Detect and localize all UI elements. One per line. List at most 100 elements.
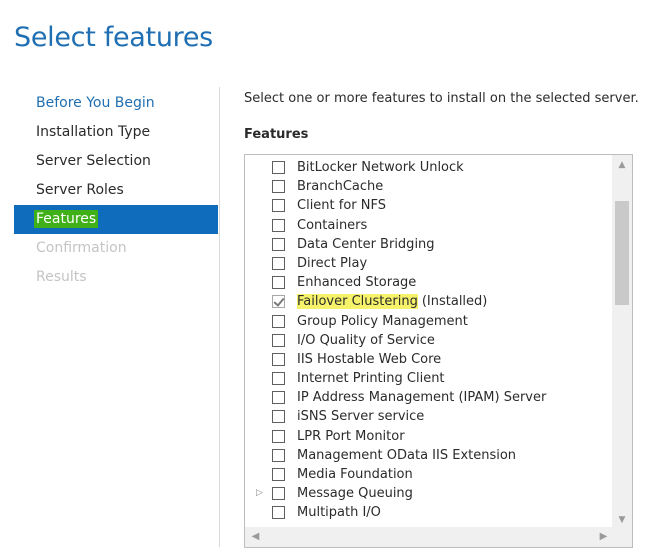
feature-installed-suffix: (Installed) <box>421 294 488 310</box>
feature-row[interactable]: BitLocker Network Unlock <box>245 158 612 177</box>
nav-item-confirmation: Confirmation <box>14 234 218 263</box>
nav-item-label: Installation Type <box>36 124 151 140</box>
feature-checkbox-checked <box>272 295 285 309</box>
feature-row[interactable]: Group Policy Management <box>245 312 612 331</box>
feature-checkbox[interactable] <box>272 276 285 290</box>
feature-name: BranchCache <box>297 179 384 195</box>
vertical-scrollbar[interactable]: ▲ ▼ <box>612 155 632 529</box>
nav-item-server-selection[interactable]: Server Selection <box>14 147 218 176</box>
nav-divider <box>219 87 220 547</box>
feature-label: BranchCache <box>297 177 383 196</box>
feature-name: Message Queuing <box>297 486 413 502</box>
features-list[interactable]: BitLocker Network Unlock BranchCache Clien… <box>244 154 633 548</box>
feature-label: Direct Play <box>297 254 367 273</box>
feature-row[interactable]: Containers <box>245 216 612 235</box>
feature-name: Internet Printing Client <box>297 371 445 387</box>
feature-name: Direct Play <box>297 255 368 271</box>
feature-name: I/O Quality of Service <box>297 332 435 348</box>
feature-label: IP Address Management (IPAM) Server <box>297 388 546 407</box>
feature-row[interactable]: Multipath I/O <box>245 503 612 522</box>
nav-item-results: Results <box>14 263 218 292</box>
scroll-thumb[interactable] <box>615 201 629 305</box>
feature-row[interactable]: Internet Printing Client <box>245 369 612 388</box>
feature-row[interactable]: ▷ Message Queuing <box>245 484 612 503</box>
feature-checkbox[interactable] <box>272 333 285 347</box>
feature-row[interactable]: BranchCache <box>245 177 612 196</box>
feature-label: Internet Printing Client <box>297 369 445 388</box>
feature-label: IIS Hostable Web Core <box>297 350 441 369</box>
feature-checkbox[interactable] <box>272 180 285 194</box>
feature-label: Group Policy Management <box>297 312 468 331</box>
feature-checkbox[interactable] <box>272 448 285 462</box>
expand-icon[interactable]: ▷ <box>256 484 266 503</box>
feature-label: Enhanced Storage <box>297 273 416 292</box>
nav-item-before-you-begin[interactable]: Before You Begin <box>14 89 218 118</box>
scroll-up-icon[interactable]: ▲ <box>612 157 632 174</box>
features-list-items: BitLocker Network Unlock BranchCache Clien… <box>245 158 612 523</box>
feature-row[interactable]: Client for NFS <box>245 196 612 215</box>
nav-item-server-roles[interactable]: Server Roles <box>14 176 218 205</box>
feature-checkbox[interactable] <box>272 429 285 443</box>
scroll-left-icon[interactable]: ◀ <box>247 527 264 547</box>
scrollbar-corner <box>612 527 632 547</box>
feature-label: Containers <box>297 216 367 235</box>
nav-item-label: Features <box>34 210 99 228</box>
feature-checkbox[interactable] <box>272 256 285 270</box>
feature-row[interactable]: Failover Clustering (Installed) <box>245 292 612 311</box>
feature-name: IIS Hostable Web Core <box>297 351 442 367</box>
feature-checkbox[interactable] <box>272 372 285 386</box>
feature-checkbox[interactable] <box>272 352 285 366</box>
feature-row[interactable]: Direct Play <box>245 254 612 273</box>
feature-row[interactable]: IIS Hostable Web Core <box>245 350 612 369</box>
feature-checkbox[interactable] <box>272 237 285 251</box>
feature-checkbox[interactable] <box>272 314 285 328</box>
feature-name: Containers <box>297 217 368 233</box>
feature-checkbox[interactable] <box>272 218 285 232</box>
nav-item-label: Server Roles <box>36 182 124 198</box>
feature-row[interactable]: I/O Quality of Service <box>245 331 612 350</box>
feature-name: Data Center Bridging <box>297 236 435 252</box>
feature-label: iSNS Server service <box>297 407 424 426</box>
feature-name: IP Address Management (IPAM) Server <box>297 390 547 406</box>
feature-label: Data Center Bridging <box>297 235 435 254</box>
horizontal-scrollbar[interactable]: ◀ ▶ <box>245 527 614 547</box>
feature-row[interactable]: iSNS Server service <box>245 407 612 426</box>
feature-row[interactable]: IP Address Management (IPAM) Server <box>245 388 612 407</box>
instruction-text: Select one or more features to install o… <box>244 91 639 106</box>
feature-name: Failover Clustering <box>297 294 418 310</box>
feature-label: Message Queuing <box>297 484 413 503</box>
nav-item-installation-type[interactable]: Installation Type <box>14 118 218 147</box>
feature-name: BitLocker Network Unlock <box>297 160 464 175</box>
feature-name: Group Policy Management <box>297 313 468 329</box>
nav-item-label: Server Selection <box>36 153 151 169</box>
feature-checkbox[interactable] <box>272 161 285 174</box>
feature-name: Media Foundation <box>297 467 413 482</box>
scroll-right-icon[interactable]: ▶ <box>595 527 612 547</box>
feature-name: iSNS Server service <box>297 409 425 425</box>
feature-checkbox[interactable] <box>272 199 285 213</box>
feature-name: LPR Port Monitor <box>297 428 405 444</box>
feature-name: Multipath I/O <box>297 505 381 521</box>
feature-checkbox[interactable] <box>272 410 285 424</box>
feature-checkbox[interactable] <box>272 506 285 520</box>
feature-checkbox[interactable] <box>272 487 285 501</box>
feature-label: Management OData IIS Extension <box>297 446 516 465</box>
feature-label: Multipath I/O <box>297 503 381 522</box>
feature-row[interactable]: Data Center Bridging <box>245 235 612 254</box>
feature-name: Enhanced Storage <box>297 275 417 291</box>
feature-label: BitLocker Network Unlock <box>297 158 464 177</box>
feature-checkbox[interactable] <box>272 468 285 481</box>
nav-item-label: Confirmation <box>36 240 127 256</box>
nav-item-features[interactable]: Features <box>14 205 218 234</box>
nav-item-label: Before You Begin <box>36 95 155 111</box>
feature-checkbox[interactable] <box>272 391 285 405</box>
feature-row[interactable]: Enhanced Storage <box>245 273 612 292</box>
wizard-nav: Before You Begin Installation Type Serve… <box>14 89 218 292</box>
feature-label: Failover Clustering (Installed) <box>297 292 487 311</box>
feature-label: I/O Quality of Service <box>297 331 435 350</box>
feature-row[interactable]: Media Foundation <box>245 465 612 484</box>
feature-row[interactable]: Management OData IIS Extension <box>245 446 612 465</box>
feature-row[interactable]: LPR Port Monitor <box>245 427 612 446</box>
nav-item-label: Results <box>36 269 87 285</box>
feature-name: Client for NFS <box>297 198 387 214</box>
